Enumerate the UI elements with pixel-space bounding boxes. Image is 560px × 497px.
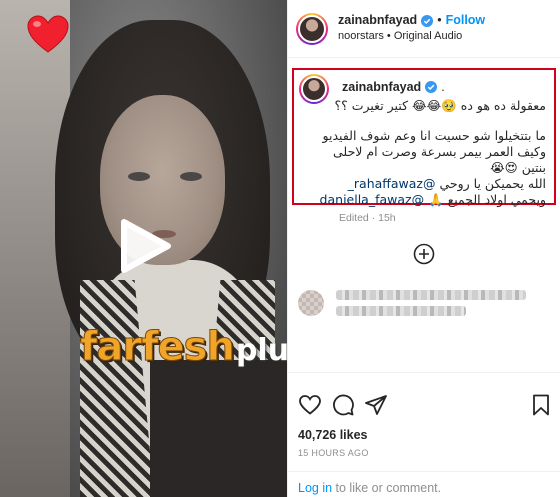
likes-count[interactable]: 40,726 likes [298,428,368,442]
video-subject-eye [128,172,150,181]
caption-line: الله يحميكن يا روحي [439,176,546,191]
separator-dot: • [437,12,442,27]
mention-link[interactable]: @daniella_fawaz [320,192,425,207]
video-subject-eye [180,172,202,181]
caption-line: ما بتتخيلوا شو حسيت انا وعم شوف الفيديو [322,128,546,143]
login-link[interactable]: Log in [298,481,332,495]
blurred-comment [298,290,526,322]
caption-line: بنتين 😍😭 [490,160,546,175]
caption-mention-line: الله يحميكن يا روحي @rahaffawaz_ [306,176,546,192]
caption-mention-line: ويحمي اولاد الجميع 🙏 @daniella_fawaz [306,192,546,208]
caption-username-row: zainabnfayad . [342,80,445,94]
caption-highlight: zainabnfayad . معقولة ده هو ده 🥹😂😂 كتير … [292,68,556,208]
audio-attribution[interactable]: noorstars • Original Audio [338,30,485,44]
login-prompt: Log in to like or comment. [288,471,560,497]
caption-username[interactable]: zainabnfayad [342,80,421,94]
caption-text: معقولة ده هو ده 🥹😂😂 كتير تغيرت ؟؟ ما بتت… [306,98,546,208]
comment-icon[interactable] [331,393,355,417]
blurred-comment-text [336,290,526,322]
verified-badge-icon [421,14,434,27]
play-icon[interactable] [118,218,172,274]
avatar[interactable] [296,12,328,45]
action-bar: 40,726 likes 15 HOURS AGO Log in to like… [288,372,560,496]
verified-badge-icon [425,81,438,93]
video-subject-jacket [150,360,287,497]
bookmark-icon[interactable] [529,393,553,417]
login-prompt-text: to like or comment. [332,481,442,495]
watermark-suffix: plus.com [235,333,287,368]
heart-outline-icon[interactable] [298,393,322,417]
edited-timestamp: Edited · 15h [339,212,396,224]
heart-icon [27,15,69,53]
caption-line: وكيف العمر بيمر بسرعة وصرت ام لاحلى [333,144,546,159]
caption-period: . [441,80,445,94]
watermark-main: farfesh [80,324,236,371]
watermark: farfesh plus.com [80,324,287,371]
caption-line: معقولة ده هو ده 🥹😂😂 كتير تغيرت ؟؟ [334,98,547,113]
plus-circle-icon[interactable] [413,243,435,265]
mention-link[interactable]: @rahaffawaz_ [348,176,436,191]
send-icon[interactable] [364,393,388,417]
caption-line: ويحمي اولاد الجميع 🙏 [428,192,546,207]
post-details-panel: zainabnfayad • Follow noorstars • Origin… [287,0,560,497]
post-header: zainabnfayad • Follow noorstars • Origin… [288,0,560,58]
post-video[interactable]: farfesh plus.com [0,0,287,497]
post-time[interactable]: 15 HOURS AGO [298,448,369,458]
caption-line-gap [306,114,546,128]
follow-button[interactable]: Follow [446,13,486,29]
avatar [298,290,324,316]
header-username[interactable]: zainabnfayad [338,13,417,29]
